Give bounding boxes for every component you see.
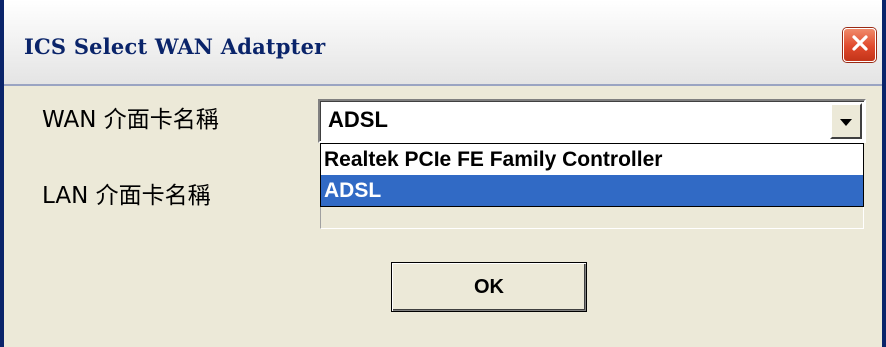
wan-adapter-select[interactable]: ADSL bbox=[318, 99, 866, 143]
close-button[interactable] bbox=[843, 28, 876, 62]
dropdown-option-realtek[interactable]: Realtek PCIe FE Family Controller bbox=[321, 144, 863, 175]
chevron-down-icon bbox=[840, 112, 852, 131]
ok-button[interactable]: OK bbox=[391, 262, 587, 312]
dialog-window: ICS Select WAN Adatpter WAN 介面卡名稱 LAN 介面… bbox=[0, 0, 886, 347]
lan-adapter-label: LAN 介面卡名稱 bbox=[42, 183, 211, 209]
lan-adapter-select[interactable] bbox=[320, 207, 864, 229]
close-x-icon bbox=[850, 33, 870, 57]
wan-adapter-dropdown-list[interactable]: Realtek PCIe FE Family Controller ADSL bbox=[320, 143, 864, 207]
wan-adapter-label: WAN 介面卡名稱 bbox=[42, 107, 219, 133]
dropdown-toggle-button[interactable] bbox=[830, 103, 862, 139]
wan-selected-value: ADSL bbox=[328, 107, 388, 132]
title-bar[interactable]: ICS Select WAN Adatpter bbox=[4, 0, 882, 86]
dialog-content: WAN 介面卡名稱 LAN 介面卡名稱 ADSL Realtek PCIe FE… bbox=[4, 86, 882, 347]
window-title: ICS Select WAN Adatpter bbox=[24, 34, 326, 59]
dropdown-option-adsl[interactable]: ADSL bbox=[321, 175, 863, 206]
